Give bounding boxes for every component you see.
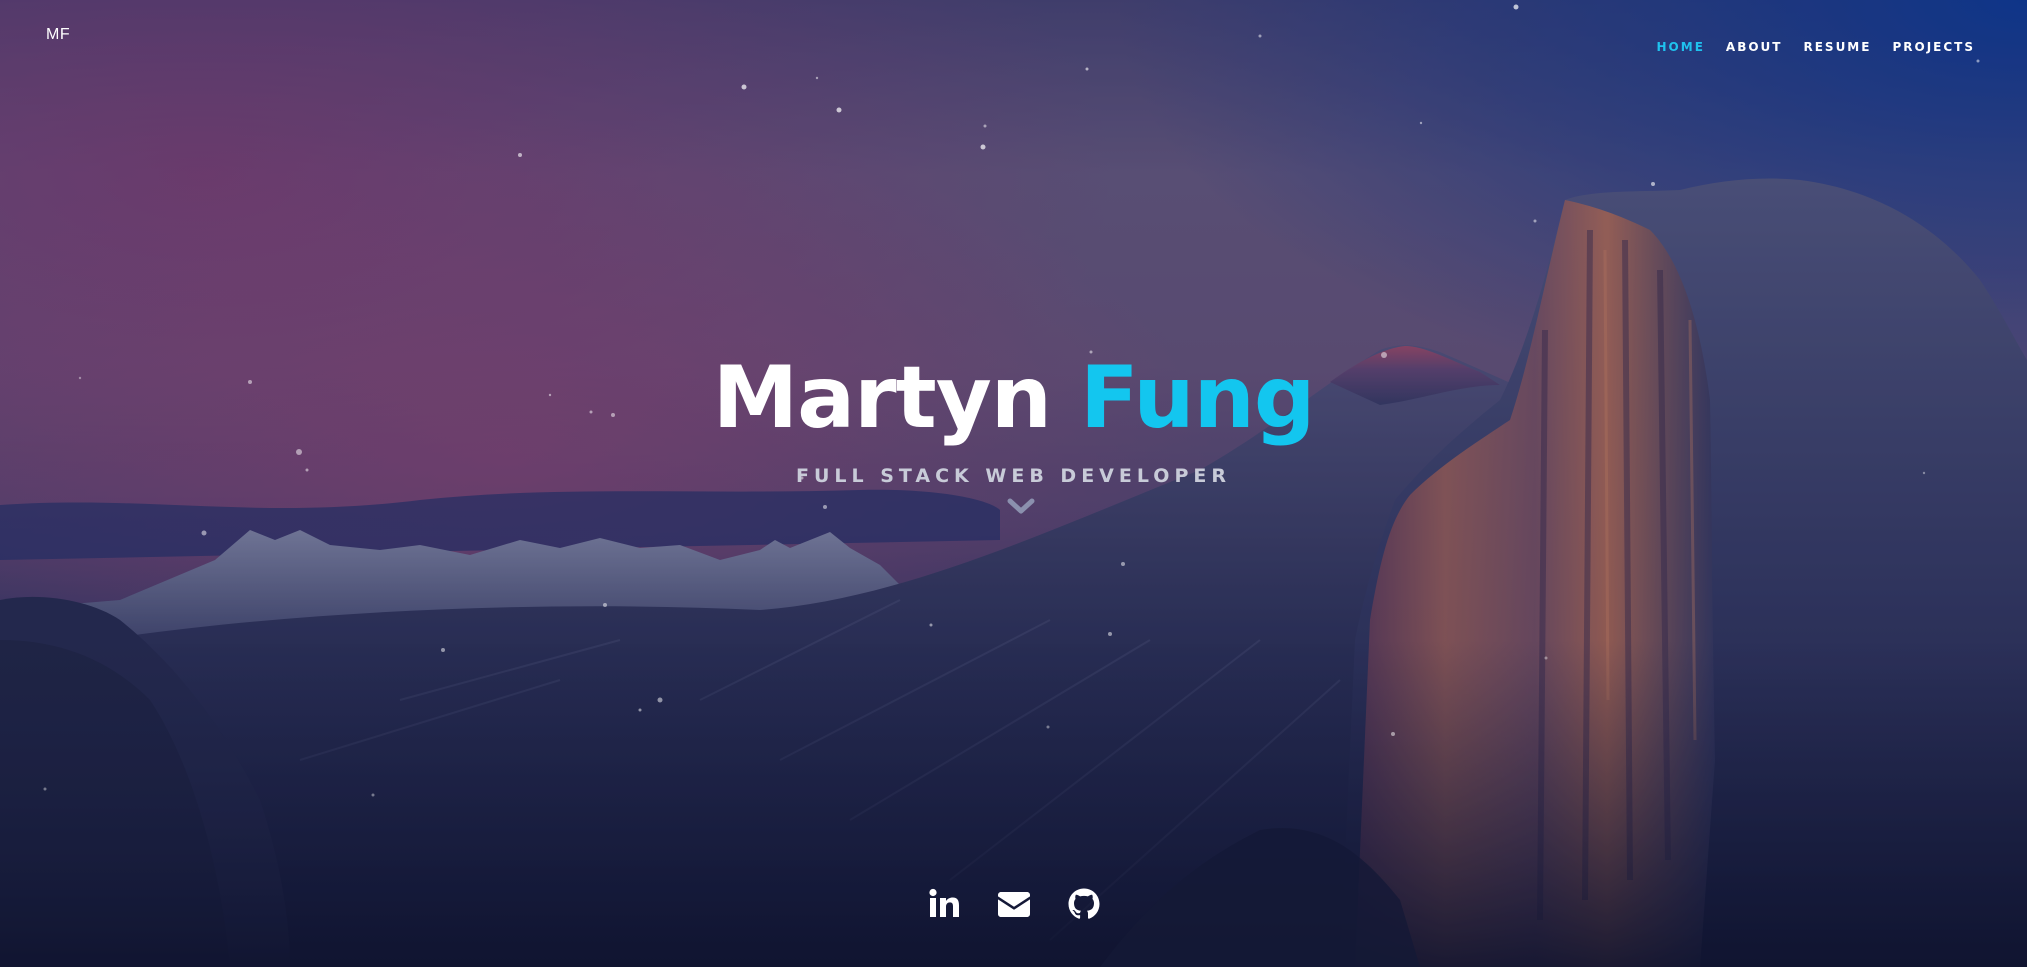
main-nav: HOME ABOUT RESUME PROJECTS (1657, 36, 1975, 55)
envelope-icon (997, 892, 1030, 917)
nav-item-about: ABOUT (1726, 36, 1783, 55)
nav-link-about[interactable]: ABOUT (1726, 40, 1783, 54)
nav-item-resume: RESUME (1803, 36, 1871, 55)
nav-link-projects[interactable]: PROJECTS (1892, 40, 1975, 54)
hero-name: Martyn Fung (0, 348, 2027, 448)
hero-last-name: Fung (1079, 348, 1315, 448)
nav-item-projects: PROJECTS (1892, 36, 1975, 55)
email-link[interactable] (997, 887, 1031, 921)
hero-first-name: Martyn (712, 348, 1052, 448)
social-links (0, 887, 2027, 921)
site-logo[interactable]: MF (46, 26, 70, 44)
hero-section: MF HOME ABOUT RESUME PROJECTS Martyn Fun… (0, 0, 2027, 967)
nav-link-home[interactable]: HOME (1657, 40, 1705, 54)
chevron-down-icon[interactable] (1006, 496, 1036, 518)
hero-subtitle: FULL STACK WEB DEVELOPER (796, 465, 1231, 487)
nav-item-home: HOME (1657, 36, 1705, 55)
github-link[interactable] (1067, 887, 1101, 921)
nav-link-resume[interactable]: RESUME (1803, 40, 1871, 54)
linkedin-link[interactable] (927, 887, 961, 921)
github-icon (1068, 888, 1099, 919)
linkedin-icon (928, 888, 959, 917)
